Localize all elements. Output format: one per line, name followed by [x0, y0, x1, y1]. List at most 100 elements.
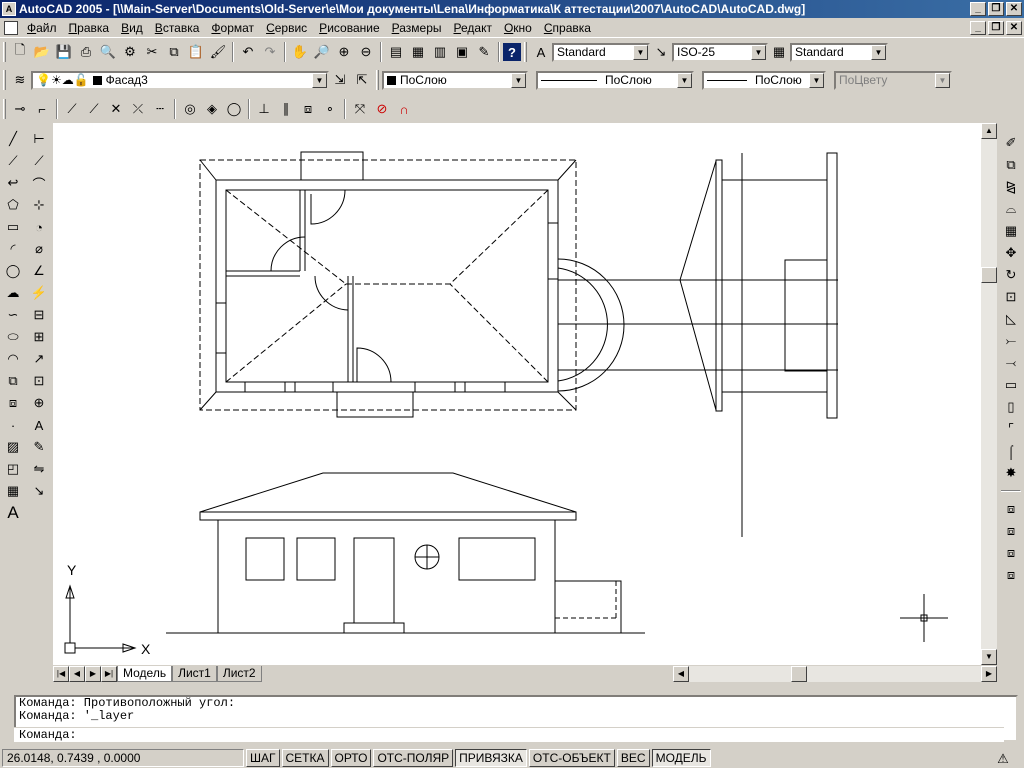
chevron-down-icon[interactable]: ▼ — [871, 44, 886, 60]
make-layer-current-icon[interactable]: ⇲ — [329, 69, 351, 91]
toolbar-grip[interactable] — [3, 99, 6, 119]
vertical-scroll-thumb[interactable] — [981, 267, 997, 283]
toggle-polar[interactable]: ОТС-ПОЛЯР — [373, 748, 454, 767]
menu-window[interactable]: Окно — [499, 21, 539, 35]
toolbar-grip[interactable] — [3, 42, 6, 62]
break-point-icon[interactable]: ▭ — [1000, 374, 1022, 396]
menu-draw[interactable]: Рисование — [314, 21, 386, 35]
menu-view[interactable]: Вид — [116, 21, 150, 35]
snap-apparent-intersection-icon[interactable]: ⤫ — [127, 98, 149, 120]
draw-order-front-icon[interactable]: ⧈ — [1000, 498, 1022, 520]
layer-manager-icon[interactable]: ≋ — [9, 69, 31, 91]
array-icon[interactable]: ▦ — [1000, 220, 1022, 242]
menu-modify[interactable]: Редакт — [449, 21, 499, 35]
layer-previous-icon[interactable]: ⇱ — [351, 69, 373, 91]
offset-icon[interactable]: ⌓ — [1000, 198, 1022, 220]
print-icon[interactable]: ⎙ — [75, 41, 97, 63]
arc-icon[interactable]: ◜ — [2, 238, 24, 260]
matchprop-icon[interactable]: 🖌 — [207, 41, 229, 63]
snap-midpoint-icon[interactable]: ⟋ — [83, 98, 105, 120]
mirror-icon[interactable]: ⧎ — [1000, 176, 1022, 198]
lineweight-select[interactable]: ПоСлою ▼ — [702, 70, 826, 90]
document-icon[interactable] — [4, 20, 18, 35]
menu-tools[interactable]: Сервис — [261, 21, 314, 35]
chevron-down-icon[interactable]: ▼ — [809, 72, 824, 88]
chamfer-icon[interactable]: ⌜ — [1000, 418, 1022, 440]
extend-icon[interactable]: ⤙ — [1000, 352, 1022, 374]
autocad-app-icon[interactable]: A — [2, 2, 16, 16]
stretch-icon[interactable]: ◺ — [1000, 308, 1022, 330]
quick-leader-icon[interactable]: ↗ — [28, 348, 50, 370]
coordinate-readout[interactable]: 26.0148, 0.7439 , 0.0000 — [2, 748, 244, 767]
scroll-left-button[interactable]: ◀ — [673, 666, 689, 682]
dim-update-icon[interactable]: ⇋ — [28, 458, 50, 480]
zoom-previous-icon[interactable]: ⊖ — [355, 41, 377, 63]
snap-tangent-icon[interactable]: ◯ — [223, 98, 245, 120]
dim-edit-icon[interactable]: A — [28, 414, 50, 436]
toggle-ortho[interactable]: ОРТО — [330, 748, 372, 767]
toolbar-grip[interactable] — [524, 42, 527, 62]
toggle-osnap[interactable]: ПРИВЯЗКА — [455, 748, 527, 767]
layer-select[interactable]: 💡☀☁🔓 Фасад3 ▼ — [31, 70, 329, 90]
snap-perpendicular-icon[interactable]: ⊥ — [253, 98, 275, 120]
chevron-down-icon[interactable]: ▼ — [633, 44, 648, 60]
zoom-realtime-icon[interactable]: 🔎 — [311, 41, 333, 63]
menu-edit[interactable]: Правка — [64, 21, 117, 35]
doc-restore-button[interactable]: ❐ — [988, 21, 1004, 35]
circle-icon[interactable]: ◯ — [2, 260, 24, 282]
tab-first-button[interactable]: |◀ — [53, 666, 69, 682]
tolerance-icon[interactable]: ⊡ — [28, 370, 50, 392]
quick-dim-icon[interactable]: ⚡ — [28, 282, 50, 304]
dim-continue-icon[interactable]: ⊞ — [28, 326, 50, 348]
preview-icon[interactable]: 🔍 — [97, 41, 119, 63]
dim-linear-icon[interactable]: ⊢ — [28, 128, 50, 150]
minimize-button[interactable]: _ — [970, 2, 986, 16]
restore-button[interactable]: ❐ — [988, 2, 1004, 16]
markup-icon[interactable]: ✎ — [473, 41, 495, 63]
copy-icon[interactable]: ⧉ — [163, 41, 185, 63]
sheetset-icon[interactable]: ▣ — [451, 41, 473, 63]
dim-aligned-icon[interactable]: ⟋ — [28, 150, 50, 172]
toggle-grid[interactable]: СЕТКА — [281, 748, 329, 767]
tab-next-button[interactable]: ▶ — [85, 666, 101, 682]
drawing-canvas[interactable]: Y X — [53, 123, 981, 665]
doc-close-button[interactable]: ✕ — [1006, 21, 1022, 35]
publish-icon[interactable]: ⚙ — [119, 41, 141, 63]
copy-object-icon[interactable]: ⧉ — [1000, 154, 1022, 176]
region-icon[interactable]: ◰ — [2, 458, 24, 480]
temp-track-icon[interactable]: ⊸ — [9, 98, 31, 120]
snap-quadrant-icon[interactable]: ◈ — [201, 98, 223, 120]
new-icon[interactable]: 🗋 — [9, 41, 31, 63]
center-mark-icon[interactable]: ⊕ — [28, 392, 50, 414]
designcenter-icon[interactable]: ▦ — [407, 41, 429, 63]
dim-arc-length-icon[interactable]: ⌒ — [28, 172, 50, 194]
snap-parallel-icon[interactable]: ∥ — [275, 98, 297, 120]
draw-order-under-icon[interactable]: ⧈ — [1000, 564, 1022, 586]
move-icon[interactable]: ✥ — [1000, 242, 1022, 264]
snap-node-icon[interactable]: ∘ — [319, 98, 341, 120]
xline-icon[interactable]: ⟋ — [2, 150, 24, 172]
dim-radius-icon[interactable]: ◔ — [28, 216, 50, 238]
zoom-window-icon[interactable]: ⊕ — [333, 41, 355, 63]
snap-nearest-icon[interactable]: ⤧ — [349, 98, 371, 120]
draw-order-back-icon[interactable]: ⧈ — [1000, 520, 1022, 542]
toggle-snap[interactable]: ШАГ — [246, 748, 280, 767]
linetype-select[interactable]: ПоСлою ▼ — [536, 70, 694, 90]
revcloud-icon[interactable]: ☁ — [2, 282, 24, 304]
pan-icon[interactable]: ✋ — [289, 41, 311, 63]
paste-icon[interactable]: 📋 — [185, 41, 207, 63]
toggle-otrack[interactable]: ОТС-ОБЪЕКТ — [528, 748, 615, 767]
toggle-model[interactable]: МОДЕЛЬ — [651, 748, 711, 767]
chevron-down-icon[interactable]: ▼ — [312, 72, 327, 88]
pline-icon[interactable]: ↩ — [2, 172, 24, 194]
fillet-icon[interactable]: ⌠ — [1000, 440, 1022, 462]
explode-icon[interactable]: ✸ — [1000, 462, 1022, 484]
save-icon[interactable]: 💾 — [53, 41, 75, 63]
chevron-down-icon[interactable]: ▼ — [511, 72, 526, 88]
spline-icon[interactable]: ∽ — [2, 304, 24, 326]
dim-text-edit-icon[interactable]: ✎ — [28, 436, 50, 458]
osnap-settings-icon[interactable]: ∩ — [393, 98, 415, 120]
snap-none-icon[interactable]: ⊘ — [371, 98, 393, 120]
scale-icon[interactable]: ⊡ — [1000, 286, 1022, 308]
tab-layout2[interactable]: Лист2 — [216, 666, 262, 682]
